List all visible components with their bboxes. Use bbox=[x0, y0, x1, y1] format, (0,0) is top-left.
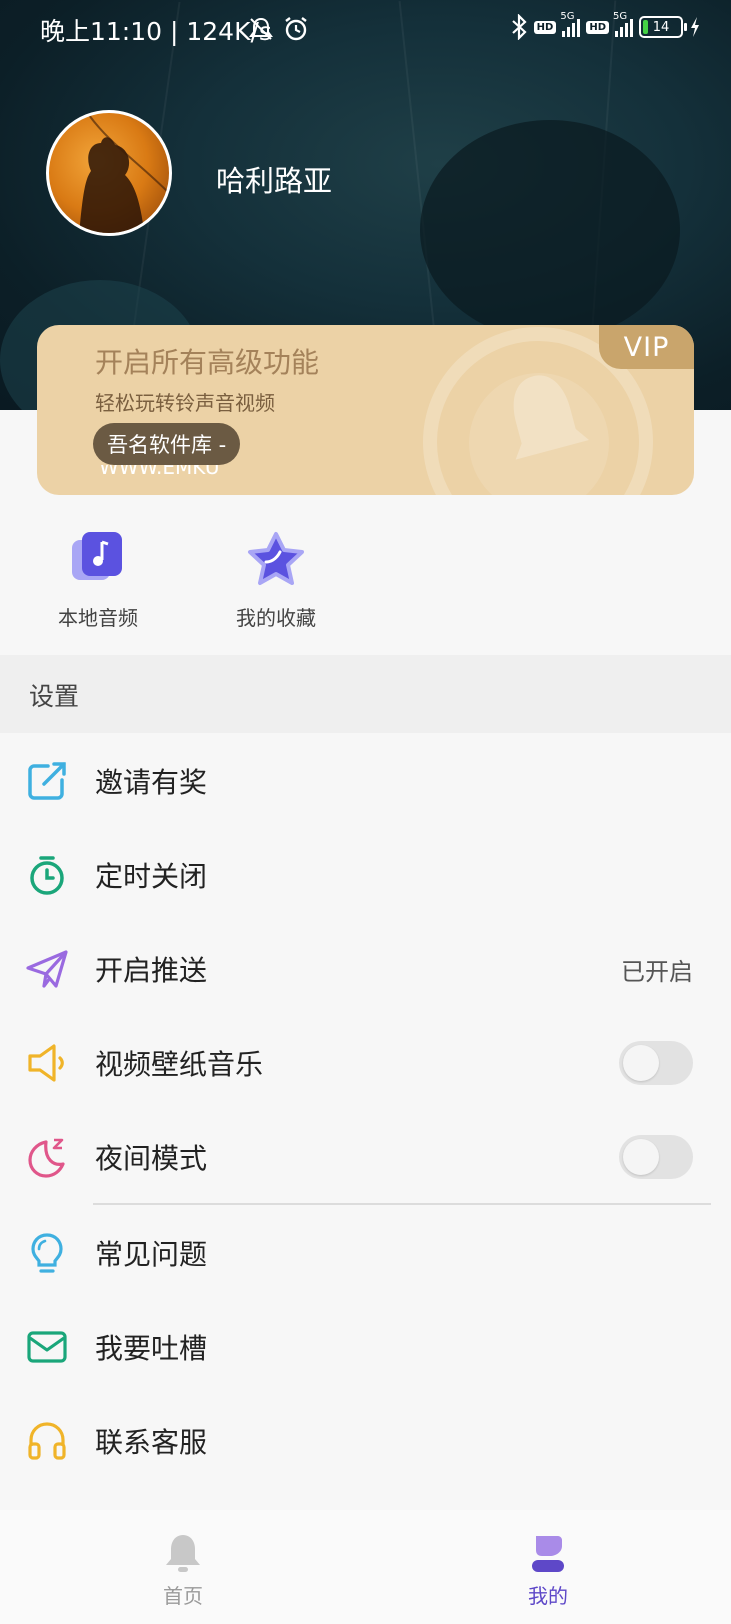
vip-watermark-pill: 吾名软件库 - bbox=[93, 423, 241, 465]
mute-bell-icon bbox=[249, 17, 273, 40]
send-icon bbox=[26, 950, 68, 988]
signal-icon: 5G bbox=[560, 11, 581, 37]
settings-section-header: 设置 bbox=[0, 655, 731, 733]
star-icon bbox=[248, 532, 304, 585]
alarm-icon bbox=[285, 17, 307, 41]
person-icon bbox=[532, 1536, 564, 1572]
tab-mine[interactable]: 我的 bbox=[478, 1510, 618, 1624]
battery-icon: 14 bbox=[639, 16, 687, 38]
signal-icon-2: 5G bbox=[613, 11, 633, 37]
settings-header-label: 设置 bbox=[29, 682, 80, 711]
status-indicators: HD 5G HD 5G 14 bbox=[510, 11, 701, 40]
menu-label-feedback: 我要吐槽 bbox=[95, 1332, 208, 1365]
menu-item-timer[interactable]: 定时关闭 bbox=[0, 827, 731, 921]
wallpaper-music-toggle[interactable] bbox=[619, 1041, 693, 1085]
menu-item-faq[interactable]: 常见问题 bbox=[0, 1205, 731, 1299]
tab-home[interactable]: 首页 bbox=[113, 1510, 253, 1624]
shortcuts-row: 本地音频 我的收藏 bbox=[0, 520, 731, 655]
vip-subtitle: 轻松玩转铃声音视频 bbox=[95, 391, 275, 415]
hd-badge-2: HD bbox=[586, 20, 609, 34]
tab-home-label: 首页 bbox=[163, 1584, 203, 1608]
menu-label-push: 开启推送 bbox=[95, 954, 208, 987]
push-status-value: 已开启 bbox=[621, 958, 693, 986]
menu-label-invite: 邀请有奖 bbox=[95, 766, 208, 799]
avatar-silhouette-icon bbox=[79, 114, 169, 233]
bell-watermark-icon bbox=[513, 375, 590, 460]
menu-item-push[interactable]: 开启推送 已开启 bbox=[0, 921, 731, 1015]
speaker-icon bbox=[28, 1044, 64, 1082]
vip-title: 开启所有高级功能 bbox=[95, 346, 320, 379]
menu-label-wallpaper-music: 视频壁纸音乐 bbox=[95, 1048, 264, 1081]
settings-menu: 邀请有奖 定时关闭 开启推送 已开启 视频壁纸音乐 夜间模式 常见问题 我要吐槽… bbox=[0, 733, 731, 1487]
hd-badge: HD bbox=[533, 20, 557, 34]
vip-card[interactable]: VIP 开启所有高级功能 轻松玩转铃声音视频 吾名软件库 - WWW.EMKU bbox=[37, 325, 694, 495]
share-icon bbox=[28, 762, 66, 800]
menu-item-feedback[interactable]: 我要吐槽 bbox=[0, 1299, 731, 1393]
menu-label-support: 联系客服 bbox=[95, 1426, 208, 1459]
lightbulb-icon bbox=[31, 1233, 63, 1273]
menu-label-timer: 定时关闭 bbox=[95, 860, 208, 893]
headset-icon bbox=[28, 1422, 66, 1460]
battery-level: 14 bbox=[652, 19, 670, 35]
bluetooth-icon bbox=[511, 14, 527, 40]
shortcut-favorites[interactable]: 我的收藏 bbox=[216, 530, 336, 631]
status-bar: 晚上11:10 | 124K/s HD 5G HD 5G 14 bbox=[0, 0, 731, 58]
menu-item-support[interactable]: 联系客服 bbox=[0, 1393, 731, 1487]
vip-badge: VIP bbox=[599, 325, 694, 369]
status-time: 晚上11:10 | 124K/s bbox=[40, 17, 272, 46]
mail-icon bbox=[27, 1331, 67, 1363]
tab-mine-label: 我的 bbox=[528, 1584, 568, 1608]
bottom-tab-bar: 首页 我的 bbox=[0, 1510, 731, 1624]
menu-label-faq: 常见问题 bbox=[95, 1238, 208, 1271]
avatar[interactable] bbox=[46, 110, 172, 236]
menu-label-night-mode: 夜间模式 bbox=[95, 1142, 208, 1175]
vip-watermark-overflow: WWW.EMKU bbox=[99, 465, 220, 479]
menu-item-wallpaper-music[interactable]: 视频壁纸音乐 bbox=[0, 1015, 731, 1109]
username[interactable]: 哈利路亚 bbox=[216, 158, 332, 200]
charging-icon bbox=[691, 17, 699, 37]
night-mode-toggle[interactable] bbox=[619, 1135, 693, 1179]
moon-icon bbox=[28, 1138, 65, 1178]
bell-icon bbox=[166, 1535, 200, 1572]
music-note-icon bbox=[72, 532, 122, 580]
timer-icon bbox=[30, 856, 64, 895]
shortcut-local-audio[interactable]: 本地音频 bbox=[38, 530, 158, 631]
menu-item-invite[interactable]: 邀请有奖 bbox=[0, 733, 731, 827]
menu-item-night-mode[interactable]: 夜间模式 bbox=[0, 1109, 731, 1203]
